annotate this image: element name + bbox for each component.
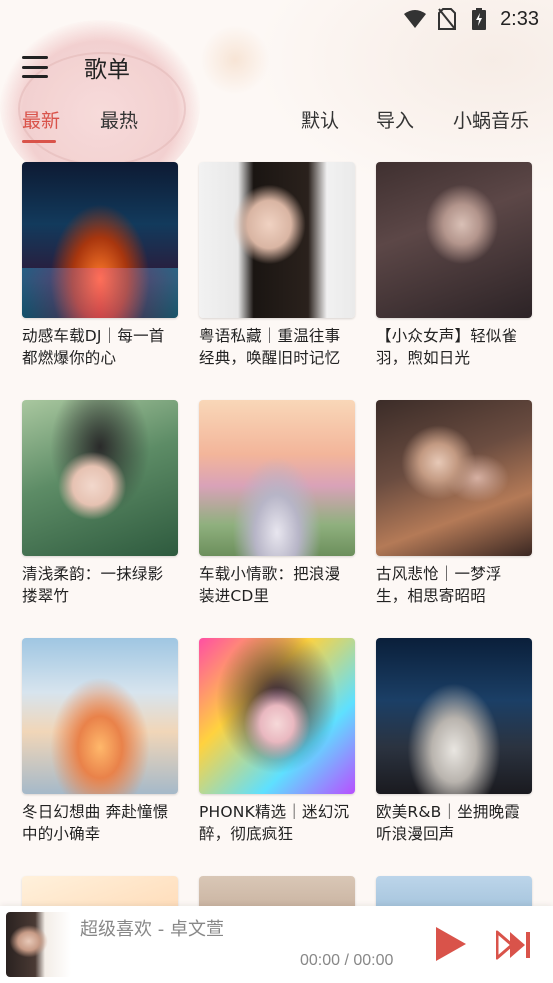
page-title: 歌单 [84, 57, 130, 83]
playlist-card[interactable]: 冬日幻想曲 奔赴憧憬中的小确幸 [22, 638, 178, 845]
playlist-cover[interactable] [22, 638, 178, 794]
skip-next-icon[interactable] [495, 930, 532, 960]
playlist-title: 古风悲怆｜一梦浮生，相思寄昭昭 [376, 565, 502, 605]
mini-player[interactable]: 超级喜欢 - 卓文萱 00:00 / 00:00 [0, 906, 553, 983]
playlist-cover[interactable] [22, 400, 178, 556]
playlist-card[interactable]: PHONK精选｜迷幻沉醉，彻底疯狂 [199, 638, 355, 845]
wifi-icon [404, 8, 427, 30]
battery-charging-icon [468, 8, 490, 30]
playlist-card[interactable]: 古风悲怆｜一梦浮生，相思寄昭昭 [376, 400, 532, 607]
playback-time: 00:00 / 00:00 [300, 952, 394, 969]
no-sim-icon [436, 8, 458, 30]
playlist-card[interactable]: 【小众女声】轻似雀羽，煦如日光 [376, 162, 532, 369]
playlist-title: PHONK精选｜迷幻沉醉，彻底疯狂 [199, 803, 350, 843]
playlist-title: 粤语私藏｜重温往事经典，唤醒旧时记忆 [199, 327, 341, 367]
tab-hottest[interactable]: 最热 [100, 106, 138, 133]
playlist-cover[interactable] [376, 400, 532, 556]
playlist-cover[interactable] [199, 638, 355, 794]
playlist-cover[interactable] [199, 162, 355, 318]
playlist-title: 【小众女声】轻似雀羽，煦如日光 [376, 327, 518, 367]
tab-latest[interactable]: 最新 [22, 106, 60, 133]
playlist-title: 冬日幻想曲 奔赴憧憬中的小确幸 [22, 803, 169, 843]
playlist-card[interactable]: 粤语私藏｜重温往事经典，唤醒旧时记忆 [199, 162, 355, 369]
status-time: 2:33 [500, 7, 539, 30]
tab-import[interactable]: 导入 [376, 106, 414, 133]
playlist-cover[interactable] [22, 162, 178, 318]
status-bar: 2:33 [0, 0, 553, 38]
app-header: 歌单 [0, 44, 553, 90]
playlist-title: 车载小情歌：把浪漫装进CD里 [199, 565, 341, 605]
category-tabs: 最新 最热 默认 导入 小蜗音乐 [0, 106, 553, 143]
playlist-cover[interactable] [199, 400, 355, 556]
playlist-card[interactable]: 车载小情歌：把浪漫装进CD里 [199, 400, 355, 607]
playlist-card[interactable]: 动感车载DJ｜每一首都燃爆你的心 [22, 162, 178, 369]
play-icon[interactable] [432, 926, 468, 962]
playlist-card[interactable]: 欧美R&B｜坐拥晚霞听浪漫回声 [376, 638, 532, 845]
menu-icon[interactable] [22, 56, 48, 78]
playlist-title: 欧美R&B｜坐拥晚霞听浪漫回声 [376, 803, 520, 843]
playlist-title: 动感车载DJ｜每一首都燃爆你的心 [22, 327, 165, 367]
now-playing-track[interactable]: 超级喜欢 - 卓文萱 [80, 915, 224, 941]
tab-xiaowo-music[interactable]: 小蜗音乐 [453, 106, 529, 133]
active-tab-indicator [22, 140, 56, 143]
tab-default[interactable]: 默认 [301, 106, 339, 133]
now-playing-cover[interactable] [6, 912, 71, 977]
playlist-title: 清浅柔韵：一抹绿影搂翠竹 [22, 565, 164, 605]
playlist-cover[interactable] [376, 162, 532, 318]
playlist-cover[interactable] [376, 638, 532, 794]
playlist-card[interactable]: 清浅柔韵：一抹绿影搂翠竹 [22, 400, 178, 607]
